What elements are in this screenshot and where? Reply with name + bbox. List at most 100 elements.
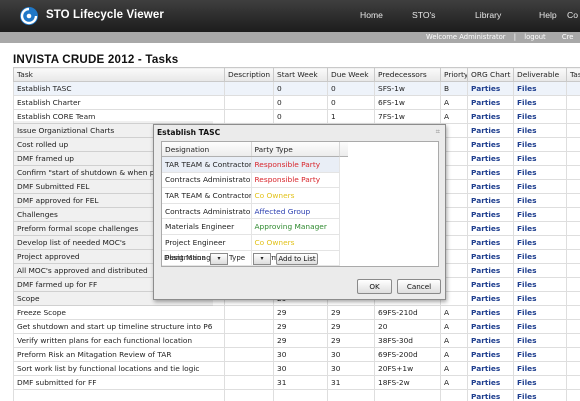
nav-help[interactable]: Help (539, 10, 557, 20)
description-cell (224, 95, 274, 110)
create-link[interactable]: Cre (548, 33, 574, 41)
start-week-cell: 29 (273, 319, 328, 334)
nav-co[interactable]: Co (567, 10, 578, 20)
files-link[interactable]: Files (513, 193, 567, 208)
party-row[interactable]: Project Engineer Co Owners (162, 234, 340, 251)
task-row[interactable]: Establish TASC 0 0 SFS-1w B Parties Files (13, 81, 580, 96)
files-link[interactable]: Files (513, 179, 567, 194)
party-row[interactable]: TAR TEAM & Contractors Responsible Party (162, 156, 340, 173)
party-row[interactable]: Contracts Administrator Affected Group (162, 203, 340, 220)
parties-link[interactable]: Parties (467, 151, 514, 166)
parties-link[interactable]: Parties (467, 319, 514, 334)
parties-link[interactable]: Parties (467, 207, 514, 222)
col-designation[interactable]: Designation (162, 142, 252, 157)
parties-link[interactable]: Parties (467, 291, 514, 306)
nav-library[interactable]: Library (475, 10, 501, 20)
parties-link[interactable]: Parties (467, 235, 514, 250)
parties-link[interactable]: Parties (467, 109, 514, 124)
dialog-resize-icon[interactable]: ⌗ (436, 127, 440, 137)
parties-link[interactable]: Parties (467, 263, 514, 278)
description-cell (224, 347, 274, 362)
add-to-list-button[interactable]: Add to List (276, 253, 318, 265)
col-due-week[interactable]: Due Week (327, 67, 375, 82)
files-link[interactable]: Files (513, 291, 567, 306)
parties-link[interactable]: Parties (467, 249, 514, 264)
designation-cell: Contracts Administrator (162, 172, 252, 189)
task-row[interactable]: Verify written plans for each functional… (13, 333, 580, 348)
parties-link[interactable]: Parties (467, 81, 514, 96)
parties-link[interactable]: Parties (467, 193, 514, 208)
col-task-owner[interactable]: Task O (566, 67, 580, 82)
task-row[interactable]: Establish Charter 0 0 6FS-1w A Parties Files (13, 95, 580, 110)
description-cell (224, 333, 274, 348)
party-row[interactable]: TAR TEAM & Contractors Co Owners (162, 187, 340, 204)
files-link[interactable]: Files (513, 221, 567, 236)
task-row[interactable]: Sort work list by functional locations a… (13, 361, 580, 376)
predecessors-cell: 20 (374, 319, 441, 334)
party-type-cell: Approving Manager (251, 218, 340, 235)
files-link[interactable]: Files (513, 319, 567, 334)
user-bar: Welcome Administrator | logout Cre (0, 32, 580, 43)
cancel-button[interactable]: Cancel (397, 279, 441, 294)
files-link[interactable]: Files (513, 305, 567, 320)
task-row[interactable]: Parties Files (13, 389, 580, 401)
parties-link[interactable]: Parties (467, 221, 514, 236)
files-link[interactable]: Files (513, 123, 567, 138)
logout-link[interactable]: logout (524, 33, 546, 41)
files-link[interactable]: Files (513, 277, 567, 292)
parties-link[interactable]: Parties (467, 389, 514, 401)
col-party-type[interactable]: Party Type (251, 142, 340, 157)
files-link[interactable]: Files (513, 81, 567, 96)
task-row[interactable]: Freeze Scope 29 29 69FS-210d A Parties Files (13, 305, 580, 320)
task-row[interactable]: Get shutdown and start up timeline struc… (13, 319, 580, 334)
files-link[interactable]: Files (513, 165, 567, 180)
app-logo-icon[interactable] (19, 6, 39, 26)
col-task[interactable]: Task (13, 67, 225, 82)
col-start-week[interactable]: Start Week (273, 67, 328, 82)
parties-link[interactable]: Parties (467, 179, 514, 194)
files-link[interactable]: Files (513, 235, 567, 250)
party-row[interactable]: Materials Engineer Approving Manager (162, 218, 340, 235)
type-dropdown[interactable]: ▾ (253, 253, 271, 265)
files-link[interactable]: Files (513, 347, 567, 362)
parties-link[interactable]: Parties (467, 305, 514, 320)
app-header: STO Lifecycle Viewer Home STO's Library … (0, 0, 580, 32)
files-link[interactable]: Files (513, 333, 567, 348)
parties-link[interactable]: Parties (467, 361, 514, 376)
party-row[interactable]: Contracts Administrator Responsible Party (162, 172, 340, 189)
files-link[interactable]: Files (513, 263, 567, 278)
files-link[interactable]: Files (513, 389, 567, 401)
designation-dropdown[interactable]: ▾ (210, 253, 228, 265)
parties-link[interactable]: Parties (467, 375, 514, 390)
files-link[interactable]: Files (513, 375, 567, 390)
files-link[interactable]: Files (513, 151, 567, 166)
parties-link[interactable]: Parties (467, 333, 514, 348)
files-link[interactable]: Files (513, 249, 567, 264)
task-cell: Preform Risk an Mitagation Review of TAR (13, 347, 225, 362)
files-link[interactable]: Files (513, 95, 567, 110)
col-predecessors[interactable]: Predecessors (374, 67, 441, 82)
ok-button[interactable]: OK (357, 279, 392, 294)
parties-link[interactable]: Parties (467, 347, 514, 362)
col-priority[interactable]: Priorty (440, 67, 468, 82)
col-description[interactable]: Description (224, 67, 274, 82)
parties-link[interactable]: Parties (467, 137, 514, 152)
parties-link[interactable]: Parties (467, 123, 514, 138)
files-link[interactable]: Files (513, 137, 567, 152)
parties-link[interactable]: Parties (467, 95, 514, 110)
nav-stos[interactable]: STO's (412, 10, 435, 20)
files-link[interactable]: Files (513, 361, 567, 376)
task-cell: Establish Charter (13, 95, 225, 110)
nav-home[interactable]: Home (360, 10, 383, 20)
col-deliverable[interactable]: Deliverable (513, 67, 567, 82)
col-org-chart[interactable]: ORG Chart (467, 67, 514, 82)
files-link[interactable]: Files (513, 207, 567, 222)
parties-link[interactable]: Parties (467, 165, 514, 180)
task-row[interactable]: Preform Risk an Mitagation Review of TAR… (13, 347, 580, 362)
party-table-header-filler (339, 142, 348, 157)
parties-link[interactable]: Parties (467, 277, 514, 292)
task-owner-cell (566, 319, 580, 334)
task-owner-cell (566, 235, 580, 250)
task-row[interactable]: DMF submitted for FF 31 31 18FS-2w A Parties F… (13, 375, 580, 390)
files-link[interactable]: Files (513, 109, 567, 124)
